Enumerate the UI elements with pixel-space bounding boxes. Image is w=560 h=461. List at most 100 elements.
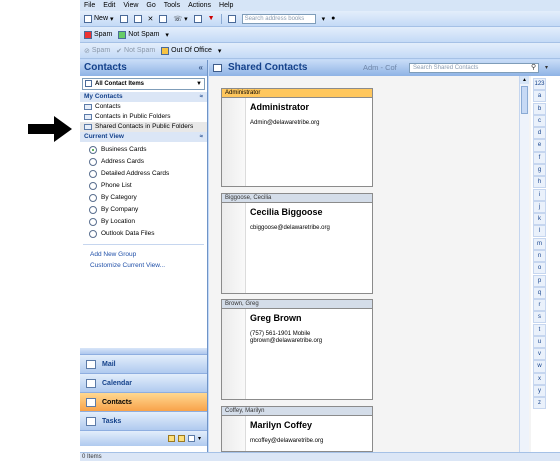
not-spam-label: Not Spam: [124, 47, 156, 54]
index-c[interactable]: c: [533, 114, 546, 127]
menu-tools[interactable]: Tools: [164, 2, 180, 9]
menu-go[interactable]: Go: [146, 2, 155, 9]
nav-button-calendar[interactable]: Calendar: [80, 373, 207, 392]
contact-card[interactable]: Administrator Administrator Admin@delawa…: [221, 88, 373, 187]
spam-button-disabled[interactable]: ⊘ Spam: [84, 47, 110, 55]
index-f[interactable]: f: [533, 151, 546, 164]
index-x[interactable]: x: [533, 372, 546, 385]
index-n[interactable]: n: [533, 249, 546, 263]
index-o[interactable]: o: [533, 262, 546, 275]
move-icon[interactable]: [133, 14, 142, 23]
menu-view[interactable]: View: [123, 2, 138, 9]
customize-view-link[interactable]: Customize Current View...: [80, 260, 207, 271]
index-p[interactable]: p: [533, 274, 546, 287]
index-q[interactable]: q: [533, 286, 546, 299]
index-k[interactable]: k: [533, 213, 546, 226]
contact-card[interactable]: Coffey, Marilyn Marilyn Coffey mcoffey@d…: [221, 406, 373, 452]
index-s[interactable]: s: [533, 311, 546, 324]
out-of-office-button[interactable]: Out Of Office: [161, 46, 212, 55]
spam-label: Spam: [91, 47, 111, 54]
send-icon[interactable]: [159, 14, 168, 23]
not-spam-icon: [118, 30, 127, 39]
contact-name: Administrator: [250, 102, 310, 112]
collapse-icon[interactable]: «: [199, 60, 203, 76]
menu-file[interactable]: File: [84, 2, 95, 9]
not-spam-button-disabled[interactable]: ✔ Not Spam: [116, 47, 155, 55]
scroll-thumb[interactable]: [521, 86, 528, 114]
index-j[interactable]: j: [533, 200, 546, 213]
view-label: By Company: [101, 206, 139, 213]
menu-edit[interactable]: Edit: [103, 2, 115, 9]
address-book-icon[interactable]: [227, 14, 236, 23]
add-new-group-link[interactable]: Add New Group: [80, 249, 207, 260]
nav-button-mail[interactable]: Mail: [80, 354, 207, 373]
view-label: By Category: [101, 194, 137, 201]
contacts-icon: [84, 104, 92, 110]
folder-list-icon[interactable]: [177, 435, 185, 442]
configure-buttons-icon[interactable]: ▾: [198, 435, 201, 442]
contact-email: cbiggoose@delawaretribe.org: [250, 225, 330, 231]
delete-icon[interactable]: ✕: [148, 15, 154, 23]
scroll-up-icon[interactable]: ▲: [520, 76, 529, 84]
index-i[interactable]: i: [533, 188, 546, 201]
toolbar-options-icon[interactable]: ▾: [165, 31, 169, 39]
folder-contacts-public[interactable]: Contacts in Public Folders: [80, 112, 207, 122]
nav-button-tasks[interactable]: Tasks: [80, 411, 207, 430]
contact-card[interactable]: Brown, Greg Greg Brown (757) 561-1901 Mo…: [221, 299, 373, 400]
filter-icon[interactable]: ▼: [208, 15, 215, 22]
index-h[interactable]: h: [533, 176, 546, 189]
index-t[interactable]: t: [533, 323, 546, 336]
view-business-cards[interactable]: Business Cards: [80, 144, 207, 156]
view-detailed-address-cards[interactable]: Detailed Address Cards: [80, 168, 207, 180]
new-button[interactable]: New ▾: [84, 14, 114, 23]
shared-contacts-search[interactable]: Search Shared Contacts: [409, 63, 539, 73]
search-dropdown-icon[interactable]: ▾: [322, 15, 326, 23]
menu-help[interactable]: Help: [219, 2, 233, 9]
nav-button-contacts[interactable]: Contacts: [80, 392, 207, 411]
view-phone-list[interactable]: Phone List: [80, 180, 207, 192]
index-e[interactable]: e: [533, 139, 546, 152]
view-by-company[interactable]: By Company: [80, 204, 207, 216]
view-address-cards[interactable]: Address Cards: [80, 156, 207, 168]
current-view-header[interactable]: Current View ≈: [80, 132, 207, 142]
notes-icon[interactable]: [167, 435, 175, 442]
index-z[interactable]: z: [533, 397, 546, 410]
toolbar-options-icon[interactable]: ▾: [218, 47, 222, 55]
view-outlook-data-files[interactable]: Outlook Data Files: [80, 228, 207, 240]
view-by-location[interactable]: By Location: [80, 216, 207, 228]
phone-icon[interactable]: ☏ ▾: [173, 15, 187, 23]
contacts-folder-icon: [213, 64, 222, 72]
folder-contacts[interactable]: Contacts: [80, 102, 207, 112]
spam-button[interactable]: Spam: [84, 30, 112, 39]
view-by-category[interactable]: By Category: [80, 192, 207, 204]
categorize-icon[interactable]: [193, 14, 202, 23]
help-icon[interactable]: ●: [331, 15, 335, 22]
contacts-icon: [86, 397, 96, 407]
search-options-icon[interactable]: ▾: [545, 60, 548, 76]
index-l[interactable]: l: [533, 225, 546, 238]
my-contacts-header[interactable]: My Contacts ≈: [80, 92, 207, 102]
contact-items-dropdown[interactable]: All Contact Items ▼: [82, 78, 205, 90]
index-a[interactable]: a: [533, 90, 546, 103]
index-123[interactable]: 123: [533, 78, 546, 91]
address-book-search[interactable]: Search address books: [241, 13, 316, 24]
menu-actions[interactable]: Actions: [188, 2, 211, 9]
index-d[interactable]: d: [533, 127, 546, 140]
nav-button-label: Tasks: [102, 417, 122, 425]
contact-card[interactable]: Biggoose, Cecilia Cecilia Biggoose cbigg…: [221, 193, 373, 294]
index-m[interactable]: m: [533, 237, 546, 250]
index-g[interactable]: g: [533, 163, 546, 177]
index-w[interactable]: w: [533, 360, 546, 373]
index-b[interactable]: b: [533, 102, 546, 115]
pointer-arrow-icon: [28, 116, 72, 142]
index-u[interactable]: u: [533, 335, 546, 348]
search-icon[interactable]: ⚲: [531, 60, 536, 76]
vertical-scrollbar[interactable]: ▲: [519, 76, 529, 452]
index-r[interactable]: r: [533, 299, 546, 312]
not-spam-button[interactable]: Not Spam: [118, 30, 159, 39]
index-v[interactable]: v: [533, 348, 546, 361]
print-icon[interactable]: [119, 14, 128, 23]
index-y[interactable]: y: [533, 385, 546, 398]
folder-shared-contacts-public[interactable]: Shared Contacts in Public Folders: [80, 122, 207, 132]
shortcuts-icon[interactable]: [187, 435, 195, 442]
